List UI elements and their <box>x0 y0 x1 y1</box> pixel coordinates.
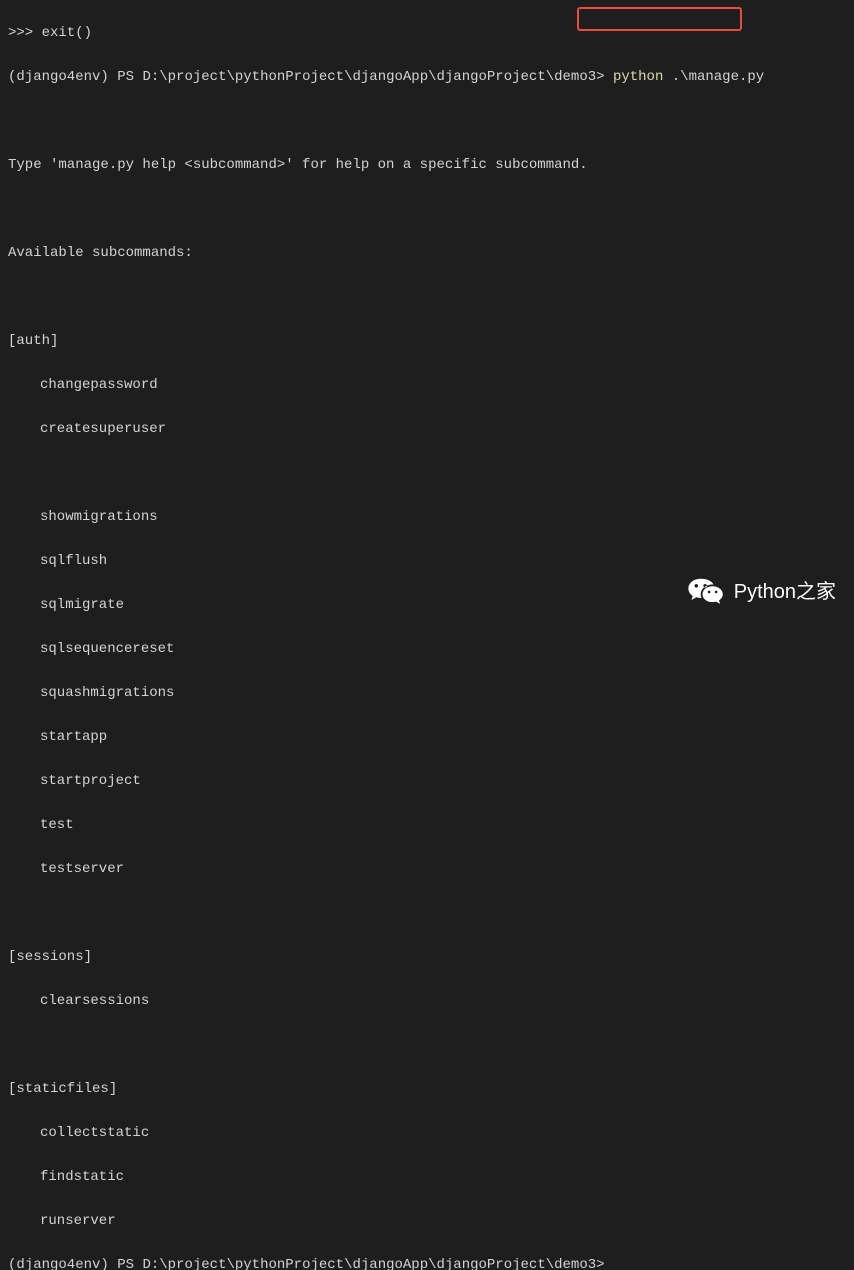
prompt-env: (django4env) <box>8 69 109 85</box>
subcommand-item: clearsessions <box>8 990 846 1012</box>
subcommand-item: testserver <box>8 858 846 880</box>
subcommand-item: sqlsequencereset <box>8 638 846 660</box>
section-header-staticfiles: [staticfiles] <box>8 1078 846 1100</box>
blank-line <box>8 1034 846 1056</box>
subcommand-item: runserver <box>8 1210 846 1232</box>
prompt-path: D:\project\pythonProject\djangoApp\djang… <box>142 69 604 85</box>
exit-line: >>> exit() <box>8 22 846 44</box>
prompt-env: (django4env) <box>8 1257 109 1270</box>
prompt-shell: PS <box>117 69 134 85</box>
watermark: Python之家 <box>688 577 836 607</box>
terminal-output[interactable]: >>> exit() (django4env) PS D:\project\py… <box>8 0 846 1270</box>
wechat-icon <box>688 577 724 607</box>
blank-line <box>8 462 846 484</box>
prompt-shell: PS <box>117 1257 134 1270</box>
section-header-auth: [auth] <box>8 330 846 352</box>
subcommand-item: findstatic <box>8 1166 846 1188</box>
subcommand-item: startapp <box>8 726 846 748</box>
section-header-sessions: [sessions] <box>8 946 846 968</box>
subcommand-item: squashmigrations <box>8 682 846 704</box>
subcommand-item: test <box>8 814 846 836</box>
subcommand-item: sqlflush <box>8 550 846 572</box>
help-text: Type 'manage.py help <subcommand>' for h… <box>8 154 846 176</box>
blank-line <box>8 198 846 220</box>
command-python: python <box>613 69 663 85</box>
command-arg: .\manage.py <box>672 69 764 85</box>
watermark-text: Python之家 <box>734 581 836 603</box>
blank-line <box>8 286 846 308</box>
subcommand-item: startproject <box>8 770 846 792</box>
subcommand-item: createsuperuser <box>8 418 846 440</box>
blank-line <box>8 902 846 924</box>
blank-line <box>8 110 846 132</box>
available-header: Available subcommands: <box>8 242 846 264</box>
prompt-line-2: (django4env) PS D:\project\pythonProject… <box>8 1254 846 1270</box>
subcommand-item: collectstatic <box>8 1122 846 1144</box>
prompt-line-1: (django4env) PS D:\project\pythonProject… <box>8 66 846 88</box>
subcommand-item: changepassword <box>8 374 846 396</box>
subcommand-item: showmigrations <box>8 506 846 528</box>
prompt-path: D:\project\pythonProject\djangoApp\djang… <box>142 1257 604 1270</box>
